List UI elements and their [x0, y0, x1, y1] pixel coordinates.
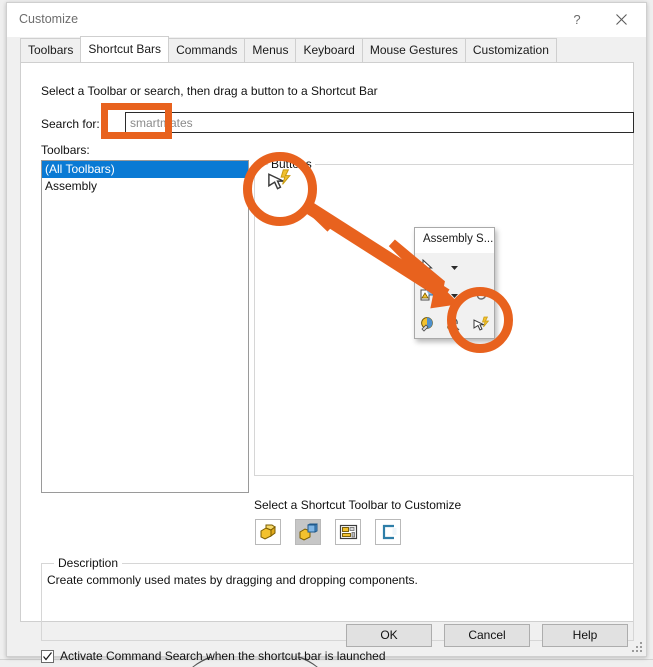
tab-mouse-gestures[interactable]: Mouse Gestures: [361, 38, 466, 62]
instruction-text: Select a Toolbar or search, then drag a …: [41, 84, 378, 98]
toolbars-label: Toolbars:: [41, 143, 90, 157]
sketch-shortcut-bar-icon[interactable]: [375, 519, 401, 545]
part-shortcut-bar-icon[interactable]: [255, 519, 281, 545]
ok-button[interactable]: OK: [346, 624, 432, 647]
mini-cell-dropdown-2[interactable]: [441, 281, 467, 309]
tab-customization[interactable]: Customization: [464, 38, 557, 62]
close-button[interactable]: [600, 3, 642, 36]
close-icon: [615, 14, 627, 25]
tab-toolbars[interactable]: Toolbars: [20, 38, 82, 62]
sketch-glyph-icon: [382, 524, 396, 540]
mini-cell-insert-component[interactable]: [415, 281, 441, 309]
mini-cell-empty: [468, 253, 494, 281]
shortcut-toolbar-icon-row: [255, 519, 401, 545]
annotation-smart-mates-icon: [268, 169, 291, 190]
cursor-select-icon: [422, 259, 434, 274]
appearance-icon: [420, 316, 433, 332]
select-shortcut-toolbar-label: Select a Shortcut Toolbar to Customize: [254, 498, 462, 512]
measure-icon: [447, 317, 460, 331]
assembly-shortcut-bar-icon[interactable]: [295, 519, 321, 545]
search-input[interactable]: [125, 112, 634, 133]
activate-command-search-label: Activate Command Search when the shortcu…: [60, 649, 386, 663]
mini-cell-dropdown-1[interactable]: [441, 253, 467, 281]
assembly-glyph-icon: [299, 523, 317, 541]
dialog-title: Customize: [19, 12, 79, 26]
mini-toolbar-title: Assembly S...: [415, 228, 494, 253]
mini-cell-measure[interactable]: [441, 310, 467, 338]
question-mark-icon: ?: [573, 12, 581, 27]
mate-icon: [476, 288, 487, 301]
smart-mates-icon: [473, 316, 490, 331]
help-button[interactable]: Help: [542, 624, 628, 647]
screenshot-root: Customize ? Toolbars Shortcut Bars Comma…: [0, 0, 653, 667]
help-titlebar-button[interactable]: ?: [556, 3, 598, 36]
tab-strip: Toolbars Shortcut Bars Commands Menus Ke…: [7, 36, 646, 62]
cancel-button[interactable]: Cancel: [444, 624, 530, 647]
drawing-shortcut-bar-icon[interactable]: [335, 519, 361, 545]
search-label: Search for:: [41, 117, 100, 131]
dropdown-arrow-icon: [450, 265, 458, 270]
mini-cell-cursor-select[interactable]: [415, 253, 441, 281]
tab-commands[interactable]: Commands: [168, 38, 246, 62]
part-glyph-icon: [260, 524, 276, 540]
mini-cell-appearance[interactable]: [415, 310, 441, 338]
mini-toolbar-grid: [415, 253, 494, 338]
drawing-glyph-icon: [339, 524, 357, 540]
tab-shortcut-bars[interactable]: Shortcut Bars: [80, 36, 170, 62]
tab-list: Toolbars Shortcut Bars Commands Menus Ke…: [20, 36, 557, 62]
checkmark-icon: [43, 651, 52, 660]
dropdown-arrow-icon: [450, 293, 458, 298]
shortcut-bars-panel: Select a Toolbar or search, then drag a …: [20, 62, 634, 663]
resize-grip-icon[interactable]: [631, 641, 644, 654]
customize-dialog: Customize ? Toolbars Shortcut Bars Comma…: [6, 2, 647, 663]
description-label: Description: [54, 556, 123, 570]
activate-command-search-checkbox[interactable]: [41, 649, 54, 663]
insert-component-icon: [420, 287, 434, 301]
activate-command-search-checkbox-row[interactable]: Activate Command Search when the shortcu…: [41, 649, 386, 663]
tab-keyboard[interactable]: Keyboard: [295, 38, 363, 62]
dialog-titlebar: Customize ?: [7, 3, 646, 38]
list-item-assembly[interactable]: Assembly: [42, 178, 248, 195]
dialog-button-row: OK Cancel Help: [7, 624, 646, 647]
tab-menus[interactable]: Menus: [244, 38, 297, 62]
assembly-shortcut-mini-toolbar[interactable]: Assembly S...: [414, 227, 495, 339]
toolbars-listbox[interactable]: (All Toolbars) Assembly: [41, 160, 249, 493]
list-item-all-toolbars[interactable]: (All Toolbars): [42, 161, 248, 178]
description-text: Create commonly used mates by dragging a…: [47, 573, 418, 587]
mini-cell-smart-mates[interactable]: [468, 310, 494, 338]
mini-cell-mate[interactable]: [468, 281, 494, 309]
